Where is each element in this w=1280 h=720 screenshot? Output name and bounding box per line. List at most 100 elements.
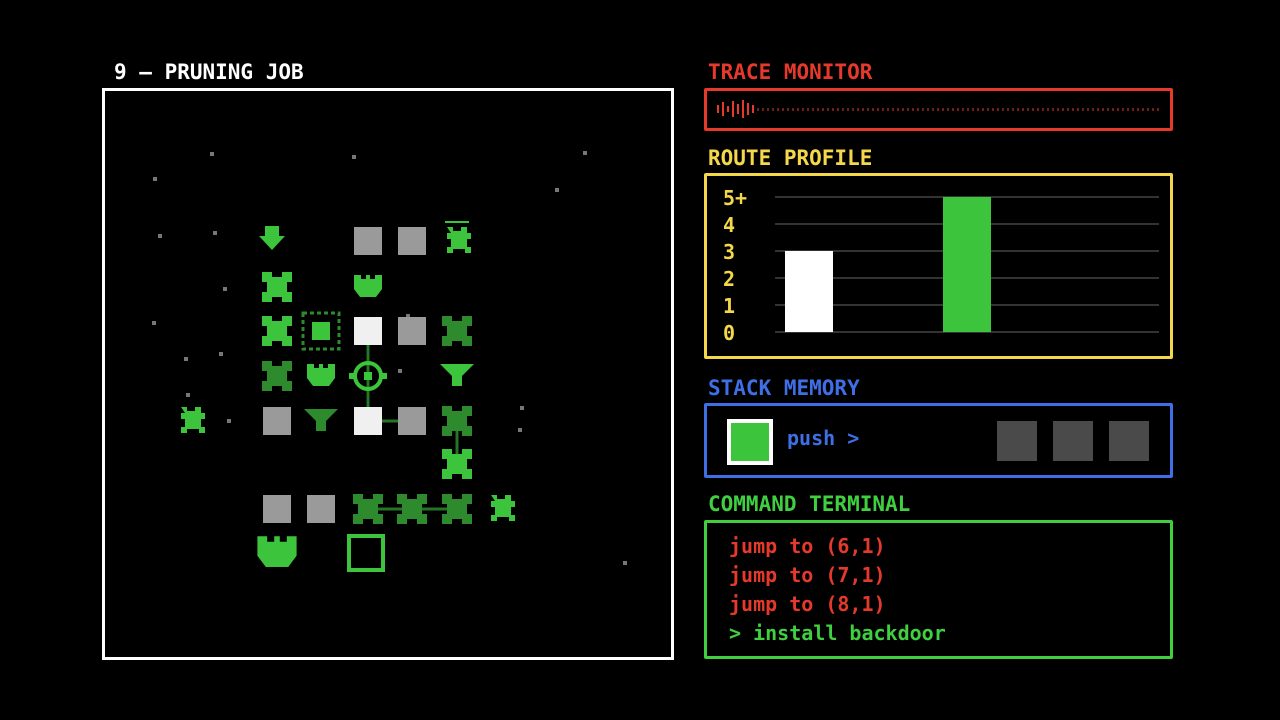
trace-dot: [827, 108, 829, 111]
trace-dot: [967, 108, 969, 111]
grey-block-icon[interactable]: [354, 317, 382, 345]
level-title: 9 — PRUNING JOB: [114, 60, 304, 84]
trace-dot: [787, 108, 789, 111]
star-dot: [184, 357, 188, 361]
grey-block-icon[interactable]: [307, 495, 335, 523]
trace-dot: [1137, 108, 1139, 111]
trace-dot: [927, 108, 929, 111]
trace-dot: [932, 108, 934, 111]
trace-dot: [1107, 108, 1109, 111]
route-profile-panel: 5+ 4 3 2 1 0: [704, 173, 1173, 359]
trace-dot: [847, 108, 849, 111]
star-dot: [158, 234, 162, 238]
grey-block-icon[interactable]: [354, 227, 382, 255]
trace-dot: [1152, 108, 1154, 111]
board-grid[interactable]: [105, 91, 671, 657]
x-node-icon[interactable]: [262, 361, 292, 391]
trace-dot: [767, 108, 769, 111]
star-dot: [223, 287, 227, 291]
trace-dot: [1027, 108, 1029, 111]
trace-dot: [1102, 108, 1104, 111]
trace-dot: [1047, 108, 1049, 111]
trace-dot: [982, 108, 984, 111]
trace-dot: [762, 108, 764, 111]
trace-dot: [907, 108, 909, 111]
route-bar: [785, 251, 833, 332]
stack-slot-empty: [1109, 421, 1149, 461]
star-dot: [186, 393, 190, 397]
trace-dot: [862, 108, 864, 111]
trace-dot: [1132, 108, 1134, 111]
trace-dot: [952, 108, 954, 111]
ram-node-icon[interactable]: [301, 311, 341, 351]
trace-dot: [1097, 108, 1099, 111]
trace-dot: [1117, 108, 1119, 111]
star-dot: [583, 151, 587, 155]
filter-node-icon[interactable]: [440, 364, 474, 386]
terminal-history-line: jump to (6,1): [729, 534, 886, 558]
star-dot: [153, 177, 157, 181]
trace-bar-active: [727, 106, 729, 112]
trace-dot: [1022, 108, 1024, 111]
stack-memory-title: STACK MEMORY: [708, 376, 860, 400]
grey-block-icon[interactable]: [398, 407, 426, 435]
trace-dot: [797, 108, 799, 111]
grey-block-icon[interactable]: [354, 407, 382, 435]
trace-bar-active: [722, 102, 724, 116]
star-dot: [520, 406, 524, 410]
filter-node-icon[interactable]: [304, 409, 338, 431]
trace-dot: [987, 108, 989, 111]
arrow-node-icon[interactable]: [259, 226, 285, 250]
trace-dot: [1067, 108, 1069, 111]
route-profile-title: ROUTE PROFILE: [708, 146, 873, 170]
stack-current-node: [727, 419, 773, 465]
trace-dot: [1147, 108, 1149, 111]
trace-monitor-title: TRACE MONITOR: [708, 60, 873, 84]
trace-dot: [837, 108, 839, 111]
trace-monitor-panel: [704, 88, 1173, 131]
trace-dot: [1057, 108, 1059, 111]
trace-dot: [902, 108, 904, 111]
shield-node-icon[interactable]: [354, 275, 382, 297]
bug-node-icon[interactable]: [491, 495, 515, 521]
trace-dot: [1042, 108, 1044, 111]
terminal-history-line: jump to (8,1): [729, 592, 886, 616]
star-dot: [518, 428, 522, 432]
trace-dot: [882, 108, 884, 111]
command-terminal-title: COMMAND TERMINAL: [708, 492, 911, 516]
trace-dot: [1142, 108, 1144, 111]
game-board[interactable]: [102, 88, 674, 660]
trace-dot: [1002, 108, 1004, 111]
trace-waveform: [717, 100, 1159, 118]
grey-block-icon[interactable]: [398, 317, 426, 345]
x-node-icon[interactable]: [262, 316, 292, 346]
bug-node-icon[interactable]: [181, 407, 205, 433]
bug-node-icon[interactable]: [447, 227, 471, 253]
command-terminal-panel[interactable]: jump to (6,1) jump to (7,1) jump to (8,1…: [704, 520, 1173, 659]
x-node-icon[interactable]: [442, 316, 472, 346]
trace-dot: [782, 108, 784, 111]
star-dot: [398, 369, 402, 373]
star-dot: [210, 152, 214, 156]
trace-bar-active: [737, 104, 739, 114]
grey-block-icon[interactable]: [263, 495, 291, 523]
shield-node-icon[interactable]: [257, 536, 297, 567]
trace-dot: [1157, 108, 1159, 111]
trace-dot: [1072, 108, 1074, 111]
trace-bar-active: [752, 105, 754, 113]
trace-dot: [772, 108, 774, 111]
x-node-icon[interactable]: [262, 272, 292, 302]
trace-dot: [1032, 108, 1034, 111]
grey-block-icon[interactable]: [398, 227, 426, 255]
terminal-prompt[interactable]: > install backdoor: [729, 622, 946, 644]
trace-dot: [1037, 108, 1039, 111]
trace-dot: [1112, 108, 1114, 111]
trace-dot: [897, 108, 899, 111]
star-dot: [555, 188, 559, 192]
trace-dot: [1017, 108, 1019, 111]
shield-node-icon[interactable]: [307, 364, 335, 386]
grey-block-icon[interactable]: [263, 407, 291, 435]
terminal-history-line: jump to (7,1): [729, 563, 886, 587]
empty-slot-icon[interactable]: [347, 534, 385, 572]
trace-dot: [1077, 108, 1079, 111]
